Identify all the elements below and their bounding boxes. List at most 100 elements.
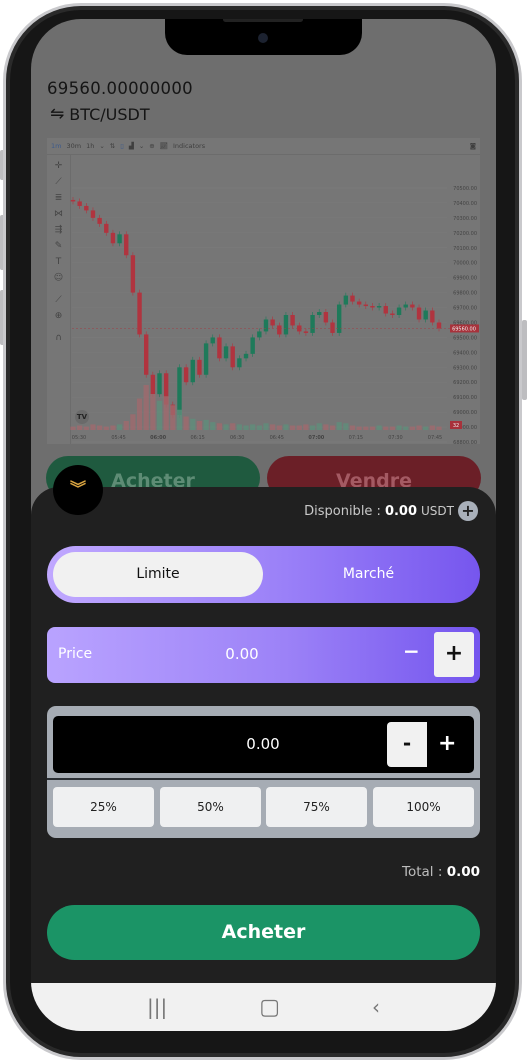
time-tick-label: 07:15 bbox=[349, 435, 363, 441]
amount-increment-button[interactable]: + bbox=[438, 722, 456, 766]
time-tick-label: 06:15 bbox=[190, 435, 204, 441]
volume-bar bbox=[416, 425, 422, 430]
pair-selector[interactable]: ⇋ BTC/USDT bbox=[50, 104, 150, 124]
candle-body bbox=[223, 346, 229, 359]
volume-bar bbox=[236, 424, 242, 430]
candle-body bbox=[323, 312, 329, 323]
volume-bar bbox=[270, 424, 276, 430]
volume-bar bbox=[396, 425, 402, 430]
price-tick-label: 69400.00 bbox=[453, 350, 477, 356]
candle-body bbox=[383, 306, 388, 314]
percent-25-button[interactable]: 25% bbox=[53, 787, 154, 827]
home-icon[interactable]: ▢ bbox=[259, 995, 280, 1020]
price-tick-label: 69100.00 bbox=[453, 395, 477, 401]
amount-panel: 0.00 - + 25% 50% 75% 100% bbox=[47, 706, 480, 838]
percent-75-button[interactable]: 75% bbox=[266, 787, 367, 827]
candlestick-plot[interactable]: 70500.00 70400.00 70300.00 70200.00 70100.00… bbox=[47, 138, 480, 444]
candle-body bbox=[117, 234, 122, 244]
amount-input-row: 0.00 - + bbox=[53, 716, 474, 773]
volume-bar bbox=[383, 426, 389, 430]
volume-bar bbox=[329, 425, 336, 430]
candle-body bbox=[77, 201, 82, 206]
volume-bar bbox=[163, 396, 169, 430]
recent-apps-icon[interactable]: ||| bbox=[147, 995, 167, 1019]
volume-bar bbox=[116, 424, 123, 430]
time-tick-label: 05:30 bbox=[72, 435, 86, 441]
back-icon[interactable]: ‹ bbox=[372, 995, 380, 1019]
volume-bar bbox=[296, 425, 302, 430]
candle-body bbox=[416, 307, 422, 320]
available-value: 0.00 bbox=[384, 503, 418, 519]
volume-bar bbox=[243, 425, 249, 430]
volume-bar bbox=[409, 426, 415, 430]
candle-body bbox=[190, 359, 195, 383]
price-decrement-button[interactable]: − bbox=[403, 639, 420, 663]
volume-bar bbox=[230, 423, 236, 430]
pair-label: BTC/USDT bbox=[69, 104, 150, 124]
volume-bar bbox=[196, 421, 203, 430]
volume-bar bbox=[183, 416, 189, 430]
price-input[interactable]: 0.00 bbox=[207, 645, 277, 663]
candle-body bbox=[370, 306, 375, 308]
volume-bar bbox=[303, 424, 309, 430]
volume-bar bbox=[336, 422, 342, 430]
volume-bar bbox=[403, 426, 409, 430]
candle-body bbox=[97, 217, 102, 224]
notch bbox=[165, 19, 362, 55]
collapse-chevrons-icon[interactable]: ︾ bbox=[53, 465, 103, 515]
candle-body bbox=[124, 234, 129, 256]
tab-limite[interactable]: Limite bbox=[53, 552, 263, 597]
last-price: 69560.00000000 bbox=[47, 79, 193, 98]
time-tick-label: 07:30 bbox=[388, 435, 402, 441]
candle-body bbox=[303, 331, 309, 333]
volume-bar bbox=[77, 425, 83, 430]
percent-50-button[interactable]: 50% bbox=[160, 787, 261, 827]
amount-decrement-button[interactable]: - bbox=[387, 722, 427, 767]
candle-body bbox=[197, 359, 202, 375]
price-tick-label: 68800.00 bbox=[453, 440, 477, 444]
candle-body bbox=[290, 315, 295, 326]
price-tick-label: 69900.00 bbox=[453, 276, 477, 282]
amount-input[interactable]: 0.00 bbox=[223, 735, 303, 753]
candle-body bbox=[423, 310, 428, 320]
time-tick-label: 06:30 bbox=[230, 435, 244, 441]
volume-bar bbox=[190, 418, 196, 430]
volume-bar bbox=[323, 424, 329, 430]
deposit-plus-icon[interactable]: + bbox=[458, 501, 478, 521]
phone-screen: 69560.00000000 ⇋ BTC/USDT 1m 30m 1h ⌄ ⇅ … bbox=[31, 19, 496, 1031]
volume-bar bbox=[203, 419, 209, 430]
percent-100-button[interactable]: 100% bbox=[373, 787, 474, 827]
order-total: Total : 0.00 bbox=[402, 864, 480, 880]
submit-buy-button[interactable]: Acheter bbox=[47, 905, 480, 960]
price-tick-label: 69700.00 bbox=[453, 306, 477, 312]
candle-body bbox=[150, 374, 156, 395]
candle-body bbox=[390, 313, 395, 315]
candle-body bbox=[343, 295, 349, 305]
volume-bar bbox=[290, 425, 296, 430]
price-tick-label: 70500.00 bbox=[453, 186, 477, 192]
volume-bar bbox=[170, 405, 176, 430]
volume-bar bbox=[143, 385, 149, 430]
candle-body bbox=[230, 346, 235, 368]
price-tick-label: 70400.00 bbox=[453, 201, 477, 207]
candle-body bbox=[110, 232, 116, 244]
candle-body bbox=[317, 312, 322, 315]
volume-bar bbox=[97, 425, 103, 430]
time-tick-label: 07:45 bbox=[428, 435, 442, 441]
volume-bar bbox=[429, 425, 435, 430]
camera-icon bbox=[258, 33, 268, 43]
candle-body bbox=[137, 292, 142, 335]
volume-bar bbox=[250, 424, 256, 430]
candle-body bbox=[130, 255, 136, 293]
total-label: Total : bbox=[402, 864, 443, 880]
tab-marche[interactable]: Marché bbox=[263, 552, 474, 597]
price-label: Price bbox=[58, 646, 93, 662]
volume-bar bbox=[316, 423, 322, 430]
price-increment-button[interactable]: + bbox=[434, 632, 474, 677]
price-chart[interactable]: 1m 30m 1h ⌄ ⇅ ▯ ▟ ⌄ ⊕ 📈︎ Indicators ◙ ✛ … bbox=[47, 138, 480, 444]
available-balance: Disponible : 0.00 USDT + bbox=[304, 501, 478, 521]
volume-bar bbox=[436, 426, 442, 430]
volume-bar bbox=[110, 425, 116, 430]
volume-bar bbox=[423, 426, 429, 430]
volume-bar bbox=[90, 424, 96, 430]
